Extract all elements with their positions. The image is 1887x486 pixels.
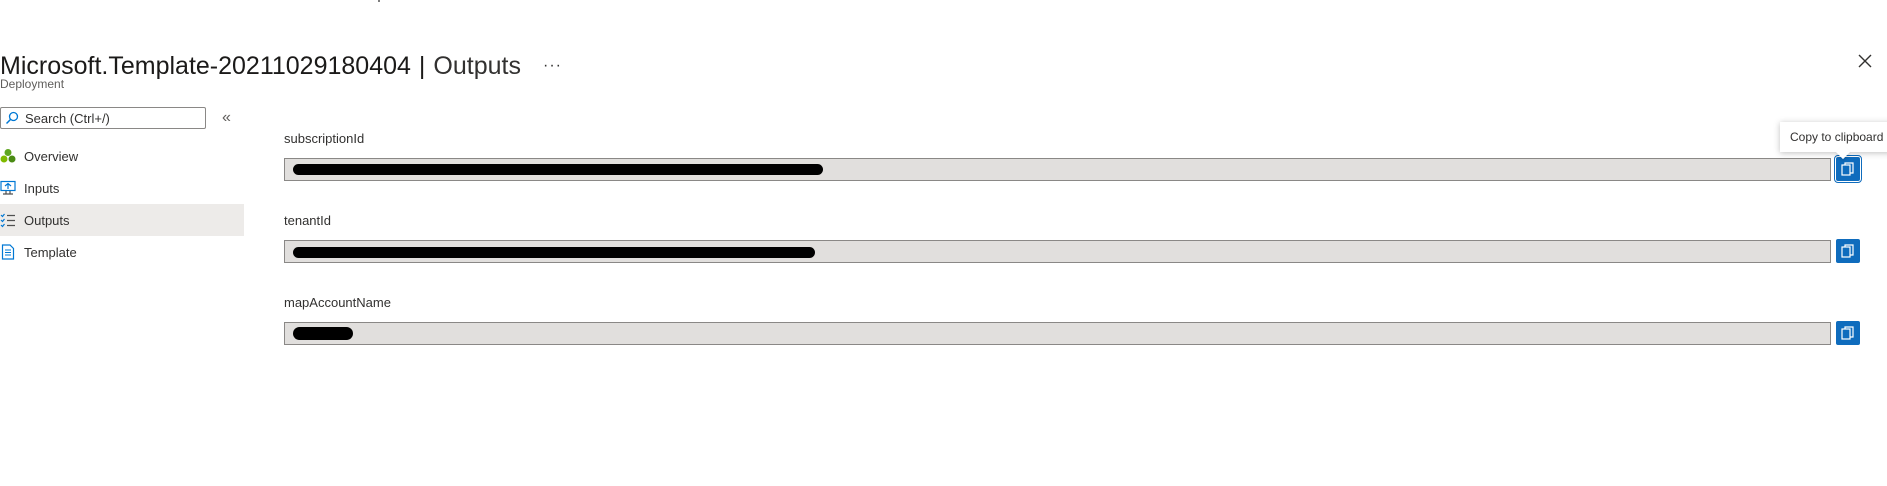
copy-icon (1841, 162, 1854, 176)
copy-button-tenant-id[interactable] (1836, 239, 1860, 263)
output-field-tenant-id[interactable] (284, 240, 1831, 263)
sidebar-item-label: Overview (24, 148, 79, 164)
redaction-mark (293, 164, 823, 175)
outputs-icon (0, 212, 16, 228)
redaction-mark (293, 327, 353, 340)
sidebar-item-label: Outputs (24, 212, 70, 228)
sidebar-item-inputs[interactable]: Inputs (0, 172, 244, 204)
output-label-tenant-id: tenantId (284, 213, 331, 228)
output-label-subscription-id: subscriptionId (284, 131, 365, 146)
search-box[interactable] (0, 107, 206, 129)
title-separator: | (418, 51, 426, 80)
cursor-dot (378, 0, 380, 2)
page-subtitle: Deployment (0, 77, 65, 91)
sidebar-nav: Overview Inputs Outputs Template (0, 140, 244, 268)
page-title-section: Outputs (433, 51, 521, 80)
copy-tooltip: Copy to clipboard (1780, 122, 1887, 152)
page-title: Microsoft.Template-20211029180404 | Output… (0, 52, 521, 81)
double-chevron-left-icon[interactable]: « (222, 109, 231, 127)
search-icon (5, 111, 19, 125)
redaction-mark (293, 247, 815, 258)
overview-icon (0, 148, 16, 164)
sidebar-item-outputs[interactable]: Outputs (0, 204, 244, 236)
copy-icon (1841, 326, 1854, 340)
copy-button-map-account-name[interactable] (1836, 321, 1860, 345)
close-button[interactable] (1852, 48, 1878, 74)
deployment-outputs-page: Microsoft.Template-20211029180404 | Output… (0, 0, 1887, 486)
sidebar-item-overview[interactable]: Overview (0, 140, 244, 172)
inputs-icon (0, 180, 16, 196)
sidebar-item-label: Inputs (24, 180, 60, 196)
blade-header: Microsoft.Template-20211029180404 | Output… (0, 46, 562, 86)
page-title-name: Microsoft.Template-20211029180404 (0, 51, 411, 80)
output-field-subscription-id[interactable] (284, 158, 1831, 181)
copy-icon (1841, 244, 1854, 258)
more-icon[interactable]: ··· (543, 57, 562, 75)
template-icon (0, 244, 16, 260)
sidebar-item-template[interactable]: Template (0, 236, 244, 268)
output-field-map-account-name[interactable] (284, 322, 1831, 345)
sidebar-item-label: Template (24, 244, 77, 260)
copy-button-subscription-id[interactable] (1834, 155, 1862, 183)
close-icon (1858, 54, 1872, 68)
output-label-map-account-name: mapAccountName (284, 295, 391, 310)
search-input[interactable] (23, 109, 205, 127)
